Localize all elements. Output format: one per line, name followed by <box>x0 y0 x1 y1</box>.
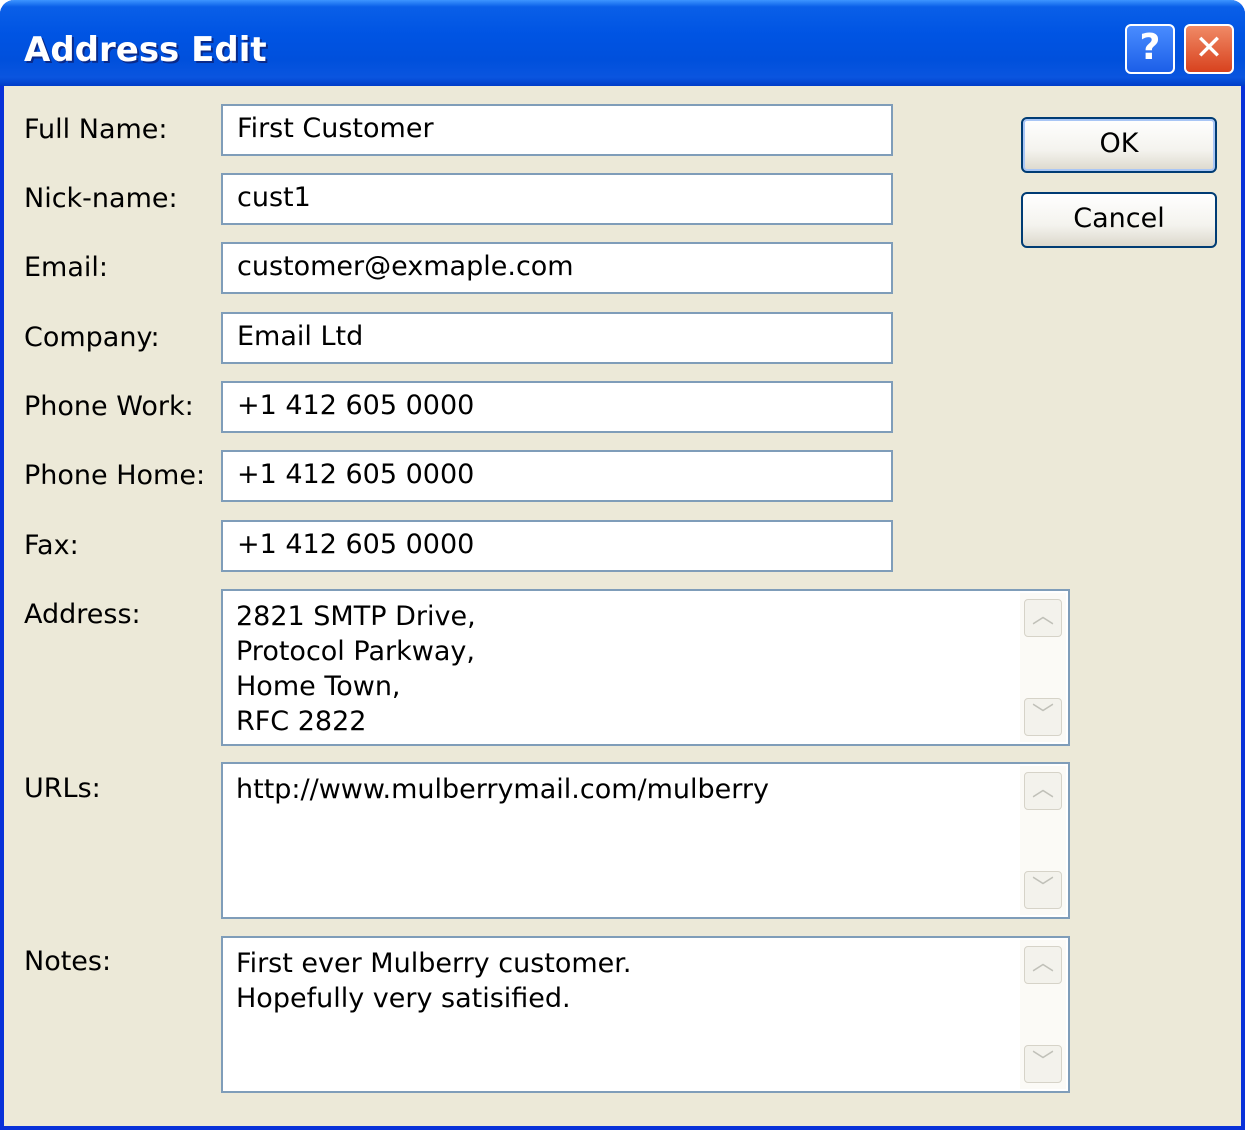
chevron-up-icon[interactable]: ︿ <box>1024 946 1062 984</box>
fax-field[interactable]: +1 412 605 0000 <box>221 520 893 572</box>
full-name-label: Full Name: <box>24 114 168 145</box>
urls-textarea[interactable]: http://www.mulberrymail.com/mulberry ︿ ﹀ <box>221 762 1070 919</box>
nick-name-label: Nick-name: <box>24 183 178 214</box>
phone-home-field[interactable]: +1 412 605 0000 <box>221 450 893 502</box>
email-label: Email: <box>24 252 109 283</box>
chevron-down-icon[interactable]: ﹀ <box>1024 1045 1062 1083</box>
close-button[interactable]: ✕ <box>1184 24 1234 74</box>
dialog-title: Address Edit <box>24 30 267 70</box>
help-button[interactable]: ? <box>1125 24 1175 74</box>
close-icon: ✕ <box>1194 28 1224 68</box>
chevron-down-icon[interactable]: ﹀ <box>1024 871 1062 909</box>
urls-label: URLs: <box>24 773 101 804</box>
cancel-button[interactable]: Cancel <box>1021 192 1217 248</box>
chevron-up-icon[interactable]: ︿ <box>1024 599 1062 637</box>
nick-name-field[interactable]: cust1 <box>221 173 893 225</box>
notes-scrollbar[interactable]: ︿ ﹀ <box>1020 940 1066 1089</box>
address-text[interactable]: 2821 SMTP Drive, Protocol Parkway, Home … <box>236 599 1012 740</box>
company-field[interactable]: Email Ltd <box>221 312 893 364</box>
notes-textarea[interactable]: First ever Mulberry customer. Hopefully … <box>221 936 1070 1093</box>
email-field[interactable]: customer@exmaple.com <box>221 242 893 294</box>
address-textarea[interactable]: 2821 SMTP Drive, Protocol Parkway, Home … <box>221 589 1070 746</box>
company-label: Company: <box>24 322 160 353</box>
notes-label: Notes: <box>24 946 112 977</box>
chevron-down-icon[interactable]: ﹀ <box>1024 698 1062 736</box>
urls-scrollbar[interactable]: ︿ ﹀ <box>1020 766 1066 915</box>
urls-text[interactable]: http://www.mulberrymail.com/mulberry <box>236 772 1012 913</box>
phone-work-field[interactable]: +1 412 605 0000 <box>221 381 893 433</box>
address-scrollbar[interactable]: ︿ ﹀ <box>1020 593 1066 742</box>
address-label: Address: <box>24 599 141 630</box>
full-name-field[interactable]: First Customer <box>221 104 893 156</box>
notes-text[interactable]: First ever Mulberry customer. Hopefully … <box>236 946 1012 1087</box>
fax-label: Fax: <box>24 530 79 561</box>
help-icon: ? <box>1139 27 1161 68</box>
title-bar[interactable]: Address Edit ? ✕ <box>0 0 1245 86</box>
chevron-up-icon[interactable]: ︿ <box>1024 772 1062 810</box>
phone-home-label: Phone Home: <box>24 460 206 491</box>
phone-work-label: Phone Work: <box>24 391 194 422</box>
ok-button[interactable]: OK <box>1021 117 1217 173</box>
